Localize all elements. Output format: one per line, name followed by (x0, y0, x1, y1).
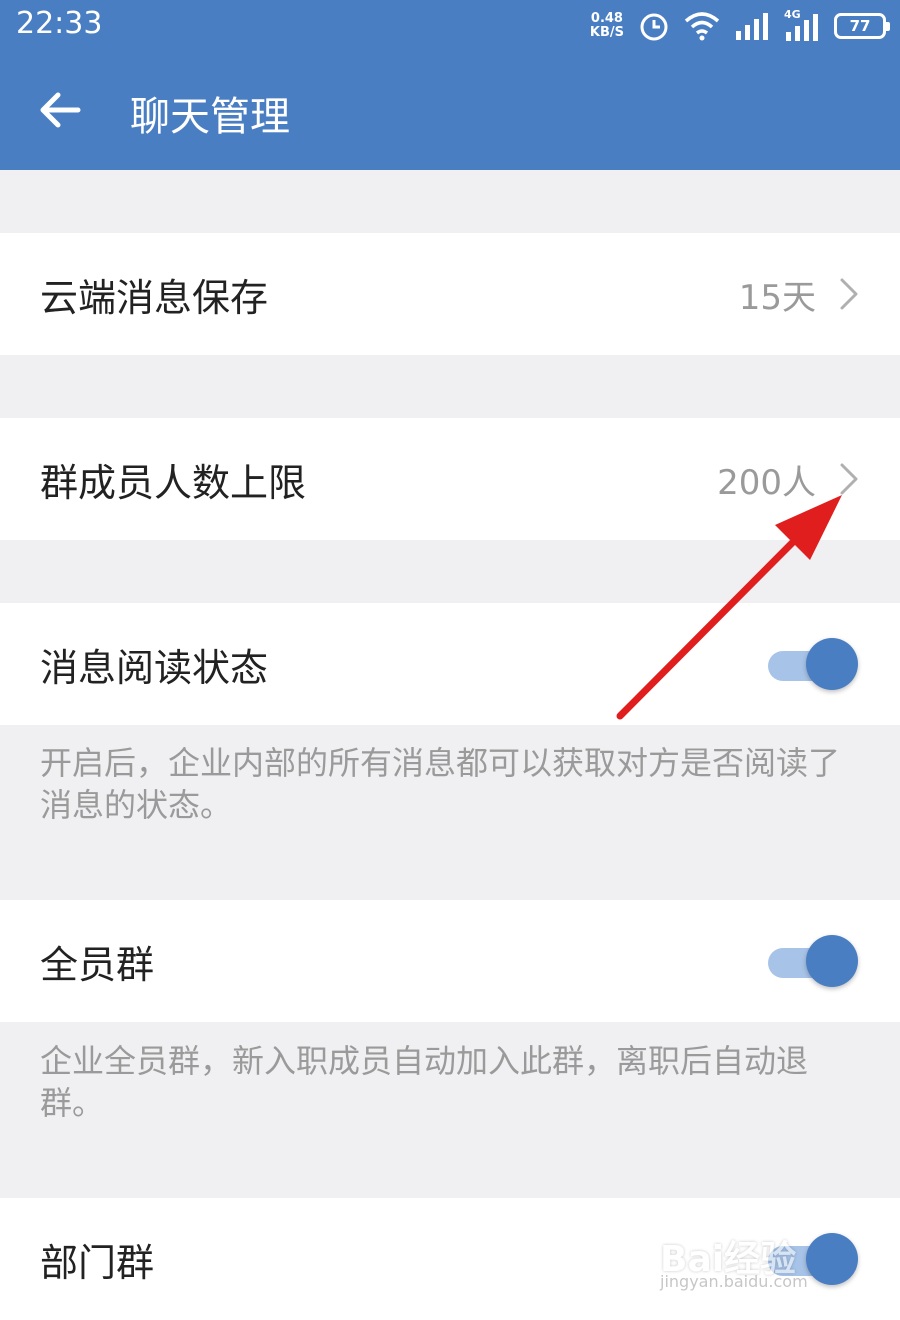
read-status-description: 开启后，企业内部的所有消息都可以获取对方是否阅读了消息的状态。 (40, 744, 841, 824)
group-limit-value: 200人 (717, 462, 816, 503)
watermark-logo: Bai经验 jingyan.baidu.com (660, 1224, 850, 1294)
app-header: 22:33 0.48 KB/S 4G 77 聊天管理 (0, 0, 900, 170)
cloud-storage-value: 15天 (738, 277, 816, 318)
wifi-icon (684, 12, 720, 41)
signal-icon (736, 13, 768, 40)
net-speed-unit: KB/S (589, 25, 624, 40)
status-icons: 0.48 KB/S 4G 77 (590, 8, 890, 44)
department-group-label: 部门群 (40, 1240, 155, 1285)
page-title: 聊天管理 (130, 94, 290, 140)
cloud-storage-row[interactable]: 云端消息保存 15天 (0, 233, 900, 355)
chevron-right-icon (840, 463, 858, 495)
status-time: 22:33 (16, 6, 103, 41)
group-limit-row[interactable]: 群成员人数上限 200人 (0, 418, 900, 540)
read-status-label: 消息阅读状态 (40, 645, 269, 690)
signal-4g-icon: 4G (784, 8, 820, 42)
watermark-subtext: jingyan.baidu.com (660, 1272, 808, 1291)
all-staff-group-description: 企业全员群，新入职成员自动加入此群，离职后自动退群。 (40, 1042, 809, 1122)
toggle-knob (806, 935, 858, 987)
all-staff-group-toggle[interactable] (762, 933, 858, 989)
alarm-icon (640, 13, 668, 41)
back-button[interactable] (30, 80, 90, 140)
arrow-left-icon (40, 92, 81, 128)
read-status-row: 消息阅读状态 (0, 603, 900, 725)
toggle-knob (806, 638, 858, 690)
chevron-right-icon (840, 278, 858, 310)
battery-level: 77 (849, 17, 871, 35)
battery-icon: 77 (834, 13, 890, 39)
group-limit-label: 群成员人数上限 (40, 460, 307, 505)
net-speed: 0.48 KB/S (590, 12, 624, 40)
read-status-toggle[interactable] (762, 636, 858, 692)
title-bar: 聊天管理 (0, 70, 900, 150)
all-staff-group-label: 全员群 (40, 942, 155, 987)
cloud-storage-label: 云端消息保存 (40, 275, 269, 320)
net-speed-value: 0.48 (590, 11, 623, 26)
all-staff-group-row: 全员群 (0, 900, 900, 1022)
status-bar: 22:33 0.48 KB/S 4G 77 (0, 0, 900, 52)
